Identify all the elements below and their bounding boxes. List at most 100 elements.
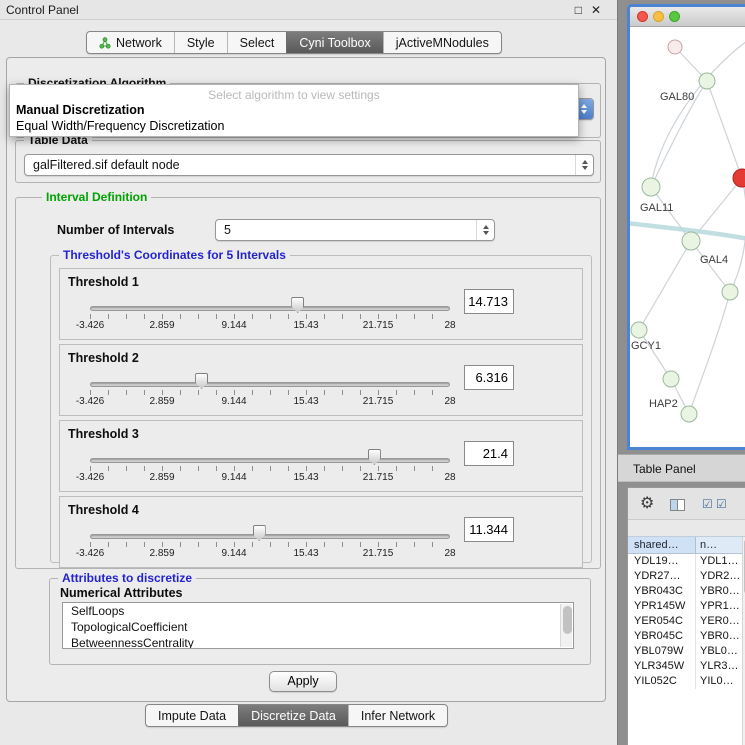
node-label: GAL11	[640, 202, 673, 214]
slider-scale: -3.4262.8599.14415.4321.71528	[90, 320, 450, 332]
table-row[interactable]: YIL052CYIL0…	[628, 674, 745, 689]
network-node[interactable]	[722, 284, 738, 300]
network-node[interactable]	[699, 73, 715, 89]
threshold-2-slider: -3.4262.8599.14415.4321.71528	[90, 373, 450, 413]
control-panel-tabbar: Network Style Select Cyni Toolbox jActiv…	[86, 31, 502, 54]
numerical-attributes-list: SelfLoopsTopologicalCoefficientBetweenne…	[62, 602, 574, 649]
number-of-intervals-label: Number of Intervals	[57, 223, 174, 237]
column-header-name[interactable]: n…	[696, 537, 745, 553]
combo-arrows-icon	[575, 155, 593, 175]
tab-cyni-toolbox[interactable]: Cyni Toolbox	[286, 32, 382, 53]
node-label: GCY1	[631, 340, 661, 352]
apply-button[interactable]: Apply	[269, 671, 337, 692]
selected-network-node[interactable]	[733, 169, 745, 187]
slider-track[interactable]	[90, 458, 450, 463]
thresholds-group-title: Threshold's Coordinates for 5 Intervals	[59, 248, 290, 263]
table-row[interactable]: YPR145WYPR1…	[628, 599, 745, 614]
slider-ticks	[90, 542, 450, 547]
table-row[interactable]: YER054CYER0…	[628, 614, 745, 629]
slider-ticks	[90, 466, 450, 471]
interval-definition-group-title: Interval Definition	[42, 190, 151, 205]
table-cell-name: YBL0…	[696, 644, 745, 659]
table-cell-name: YPR1…	[696, 599, 745, 614]
network-node[interactable]	[682, 232, 700, 250]
table-cell-name: YIL0…	[696, 674, 745, 689]
table-cell-shared-name: YDL19…	[628, 554, 696, 569]
dropdown-option-manual-discretization[interactable]: Manual Discretization	[16, 103, 145, 117]
table-cell-shared-name: YLR345W	[628, 659, 696, 674]
tab-infer-network-label: Infer Network	[361, 709, 435, 723]
threshold-2-value-field[interactable]: 6.316	[464, 365, 514, 390]
float-window-icon[interactable]: □	[575, 2, 582, 18]
zoom-traffic-light-icon[interactable]	[669, 11, 680, 22]
thresholds-group: Threshold's Coordinates for 5 Intervals …	[50, 255, 592, 563]
tab-select[interactable]: Select	[227, 32, 287, 53]
attribute-list-item[interactable]: BetweennessCentrality	[63, 635, 573, 649]
slider-scale: -3.4262.8599.14415.4321.71528	[90, 548, 450, 560]
control-panel-window: Control Panel □ ✕ Network Style Select C…	[0, 0, 618, 745]
attributes-group: Attributes to discretize Numerical Attri…	[49, 578, 591, 665]
scale-tick-label: 2.859	[149, 548, 174, 559]
attributes-scrollbar[interactable]	[560, 604, 572, 647]
close-traffic-light-icon[interactable]	[637, 11, 648, 22]
table-cell-shared-name: YBL079W	[628, 644, 696, 659]
slider-track[interactable]	[90, 534, 450, 539]
network-node[interactable]	[681, 406, 697, 422]
checkbox-icon[interactable]: ☑	[716, 497, 727, 511]
threshold-3-value-field[interactable]: 21.4	[464, 441, 514, 466]
slider-track[interactable]	[90, 306, 450, 311]
attribute-list-item[interactable]: SelfLoops	[63, 603, 573, 619]
scale-tick-label: 9.144	[221, 320, 246, 331]
scale-tick-label: 28	[444, 396, 455, 407]
table-row[interactable]: YLR345WYLR3…	[628, 659, 745, 674]
dropdown-option-equal-width-frequency[interactable]: Equal Width/Frequency Discretization	[16, 119, 224, 133]
tab-discretize-data[interactable]: Discretize Data	[238, 705, 348, 726]
table-cell-shared-name: YBR043C	[628, 584, 696, 599]
network-window-titlebar	[630, 7, 745, 27]
close-window-icon[interactable]: ✕	[591, 2, 601, 18]
interval-definition-group: Interval Definition Number of Intervals …	[15, 197, 601, 569]
network-node[interactable]	[668, 40, 682, 54]
scale-tick-label: 2.859	[149, 472, 174, 483]
numerical-attributes-heading: Numerical Attributes	[60, 586, 182, 600]
network-canvas[interactable]: GAL80 GAL11 GAL4 GCY1 HAP2	[630, 27, 745, 447]
tab-impute-data[interactable]: Impute Data	[146, 705, 238, 726]
tab-network[interactable]: Network	[87, 32, 174, 53]
table-row[interactable]: YBL079WYBL0…	[628, 644, 745, 659]
threshold-4-value-field[interactable]: 11.344	[464, 517, 514, 542]
table-data-select[interactable]: galFiltered.sif default node	[24, 154, 594, 176]
tab-cyni-toolbox-label: Cyni Toolbox	[299, 36, 370, 50]
tab-style[interactable]: Style	[174, 32, 227, 53]
table-panel-header: Table Panel	[618, 454, 745, 482]
network-node[interactable]	[642, 178, 660, 196]
threshold-1-value-field[interactable]: 14.713	[464, 289, 514, 314]
table-row[interactable]: YBR043CYBR0…	[628, 584, 745, 599]
table-row[interactable]: YDR27…YDR2…	[628, 569, 745, 584]
network-node[interactable]	[663, 371, 679, 387]
number-of-intervals-value: 5	[216, 223, 476, 237]
table-cell-shared-name: YPR145W	[628, 599, 696, 614]
column-header-shared-name[interactable]: shared…	[628, 537, 696, 553]
slider-track[interactable]	[90, 382, 450, 387]
table-row[interactable]: YBR045CYBR0…	[628, 629, 745, 644]
tab-jactivemnodules[interactable]: jActiveMNodules	[383, 32, 501, 53]
scale-tick-label: 21.715	[363, 548, 394, 559]
gear-icon[interactable]: ⚙	[640, 495, 654, 513]
attribute-list-item[interactable]: TopologicalCoefficient	[63, 619, 573, 635]
node-label: GAL4	[700, 254, 728, 266]
checkbox-icon[interactable]: ☑	[702, 497, 713, 511]
table-columns-icon[interactable]	[670, 498, 685, 516]
scrollbar-thumb[interactable]	[563, 606, 572, 634]
scale-tick-label: 15.43	[293, 396, 318, 407]
network-node[interactable]	[631, 322, 647, 338]
tab-infer-network[interactable]: Infer Network	[348, 705, 447, 726]
scale-tick-label: 28	[444, 548, 455, 559]
tab-discretize-data-label: Discretize Data	[251, 709, 336, 723]
minimize-traffic-light-icon[interactable]	[653, 11, 664, 22]
table-row[interactable]: YDL19…YDL1…	[628, 554, 745, 569]
scale-tick-label: 2.859	[149, 396, 174, 407]
threshold-3-slider: -3.4262.8599.14415.4321.71528	[90, 449, 450, 489]
number-of-intervals-select[interactable]: 5	[215, 219, 495, 241]
scale-tick-label: 15.43	[293, 472, 318, 483]
threshold-2-panel: Threshold 2 -3.4262.8599.14415.4321.7152…	[59, 344, 583, 416]
